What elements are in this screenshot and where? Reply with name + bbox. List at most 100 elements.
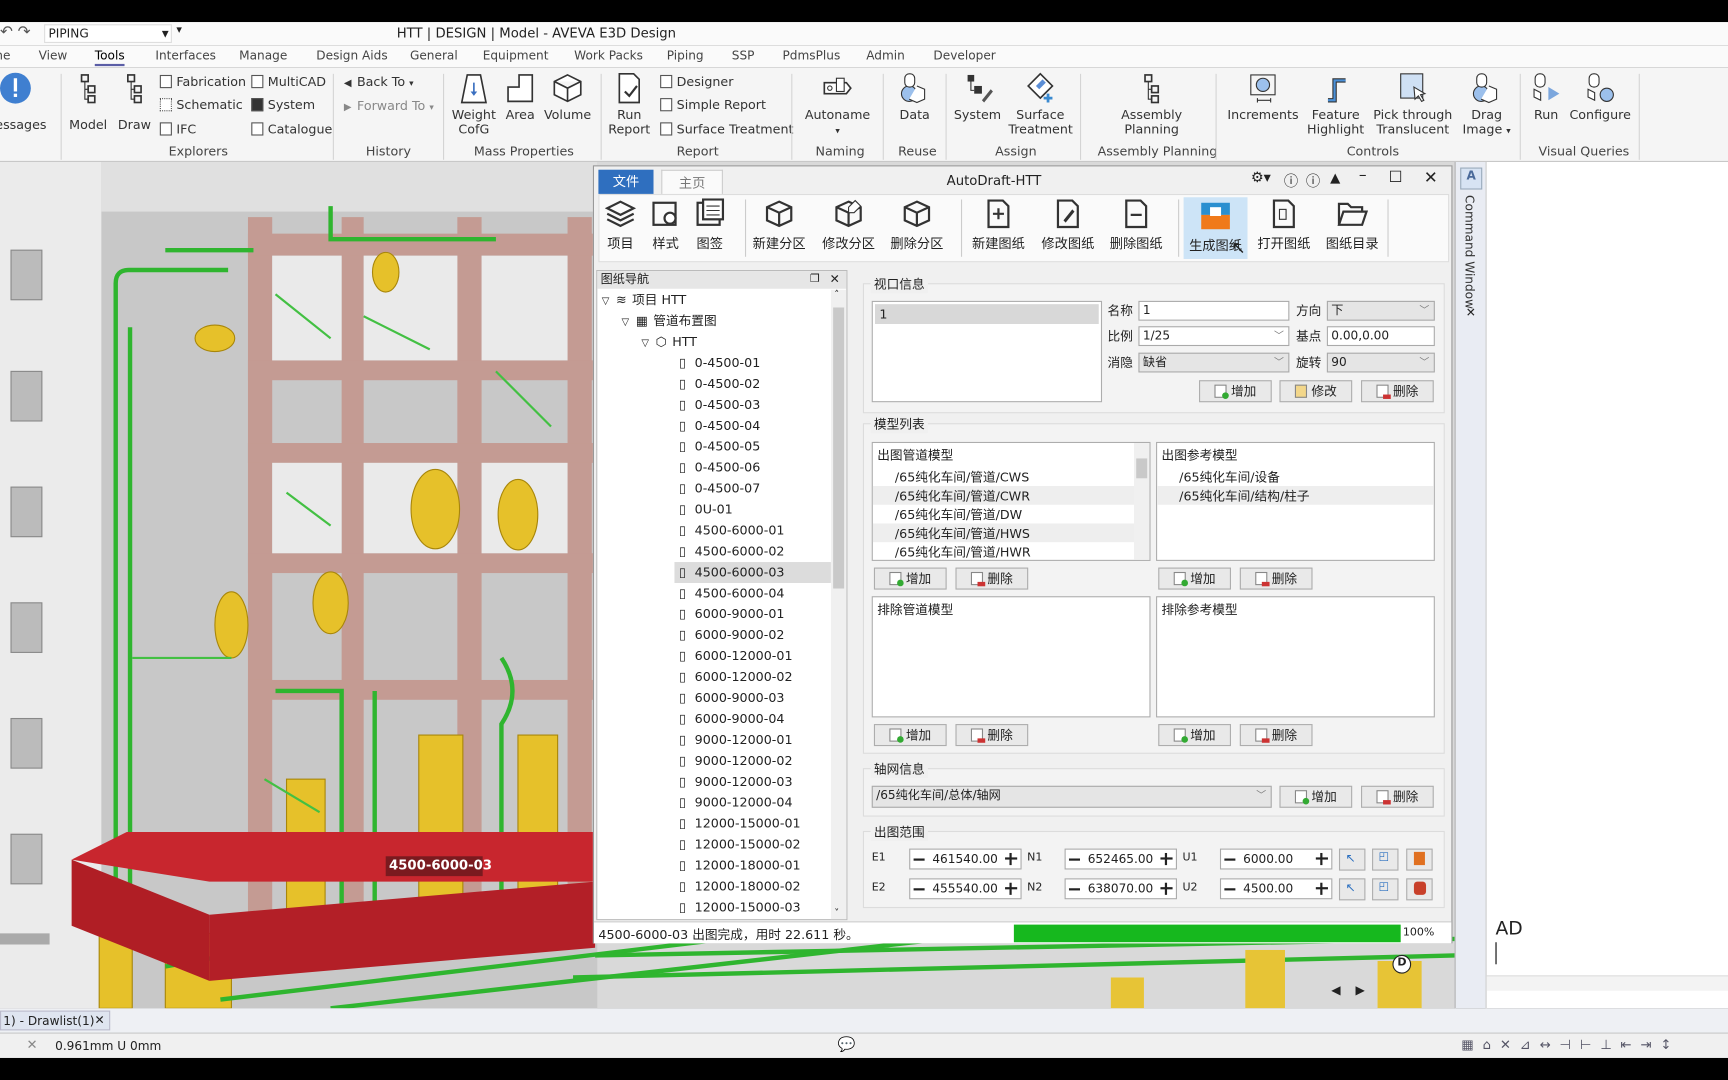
excluded-pipe-model-list[interactable]: 排除管道模型 — [871, 596, 1151, 718]
tree-node-sheet[interactable]: ▯ 6000-12000-01 — [674, 646, 830, 667]
tree-node-sheet[interactable]: ▯ 12000-18000-01 — [674, 855, 830, 876]
catalogue-button[interactable]: Catalogue — [251, 121, 332, 137]
tree-node-sheet[interactable]: ▯ 4500-6000-04 — [674, 583, 830, 604]
minus-icon[interactable] — [1068, 858, 1080, 861]
tree-node-sheet[interactable]: ▯ 12000-15000-02 — [674, 834, 830, 855]
delete-drawing-button[interactable]: 删除图纸 — [1103, 195, 1169, 252]
command-window-icon[interactable]: A — [1460, 167, 1483, 190]
arrow-right-icon[interactable]: ▶ — [1356, 983, 1365, 997]
pipe-model-add-button[interactable]: 增加 — [873, 567, 947, 590]
tab-developer[interactable]: Developer — [933, 48, 995, 62]
tree-node-sheet[interactable]: ▯ 0-4500-01 — [674, 353, 830, 374]
tree-node-sheet[interactable]: ▯ 4500-6000-03 — [674, 562, 831, 583]
tree-node-sheet[interactable]: ▯ 6000-9000-02 — [674, 625, 830, 646]
excluded-pipe-delete-button[interactable]: 删除 — [955, 724, 1029, 747]
tab-design-aids[interactable]: Design Aids — [316, 48, 387, 62]
collapse-icon[interactable]: ▽ — [622, 317, 630, 328]
close-icon[interactable]: ✕ — [1424, 168, 1438, 188]
tree-node-sheet[interactable]: ▯ 12000-15000-01 — [674, 813, 830, 834]
minus-icon[interactable] — [913, 888, 925, 891]
command-window-tab[interactable]: Command Window — [1462, 195, 1476, 309]
excluded-pipe-add-button[interactable]: 增加 — [873, 724, 947, 747]
drawing-directory-button[interactable]: 图纸目录 — [1319, 195, 1385, 252]
draw-explorer-button[interactable]: Draw — [115, 72, 155, 132]
tree-node-sheet[interactable]: ▯ 0U-01 — [674, 499, 830, 520]
new-zone-button[interactable]: 新建分区 — [746, 195, 812, 252]
viewport-list[interactable]: 1 — [871, 300, 1103, 403]
arrow-left-icon[interactable]: ◀ — [1331, 983, 1340, 997]
list-item[interactable]: /65纯化车间/管道/HWR — [873, 542, 1150, 560]
volume-button[interactable]: Volume — [543, 72, 591, 123]
pick-element-2-button[interactable]: ◰ — [1372, 878, 1399, 901]
reference-model-list[interactable]: 出图参考模型 /65纯化车间/设备 /65纯化车间/结构/柱子 — [1156, 441, 1435, 561]
visual-query-configure-button[interactable]: Configure — [1569, 72, 1631, 123]
grid-select[interactable]: /65纯化车间/总体/轴网 ﹀ — [871, 785, 1272, 808]
modify-drawing-button[interactable]: 修改图纸 — [1035, 195, 1101, 252]
plus-icon[interactable] — [1315, 852, 1328, 866]
pipe-model-delete-button[interactable]: 删除 — [955, 567, 1029, 590]
tab-view[interactable]: View — [39, 48, 68, 62]
viewport-modify-button[interactable]: 修改 — [1279, 380, 1353, 403]
collapse-icon[interactable]: ▽ — [602, 296, 610, 307]
feature-highlight-button[interactable]: Feature Highlight — [1307, 72, 1364, 137]
module-combo[interactable]: PIPING ▼ — [44, 24, 172, 43]
maximize-icon[interactable]: ☐ — [1389, 169, 1403, 187]
data-button[interactable]: Data — [893, 72, 937, 123]
pick-element-button[interactable]: ◰ — [1372, 848, 1399, 871]
scale-select[interactable]: 1/25 ﹀ — [1138, 326, 1290, 347]
list-item[interactable]: /65纯化车间/管道/DW — [873, 505, 1150, 524]
tab-general[interactable]: General — [410, 48, 458, 62]
float-panel-icon[interactable]: ❐ — [810, 271, 820, 289]
plus-icon[interactable] — [1160, 882, 1173, 895]
name-input[interactable]: 1 — [1138, 300, 1290, 321]
grid-add-button[interactable]: 增加 — [1279, 785, 1353, 808]
tab-piping[interactable]: Piping — [667, 48, 704, 62]
title-block-button[interactable]: 图签 — [677, 195, 743, 252]
list-item[interactable]: /65纯化车间/结构/柱子 — [1157, 485, 1434, 505]
n2-stepper[interactable]: 638070.00 — [1064, 878, 1177, 900]
tree-node-sheet[interactable]: ▯ 4500-6000-02 — [674, 541, 830, 562]
tree-node-category[interactable]: ▽ ▦ 管道布置图 — [622, 311, 717, 332]
tree-node-sheet[interactable]: ▯ 0-4500-07 — [674, 478, 830, 499]
minus-icon[interactable] — [1224, 888, 1236, 891]
excluded-reference-delete-button[interactable]: 删除 — [1239, 724, 1313, 747]
tree-node-sheet[interactable]: ▯ 6000-12000-02 — [674, 667, 830, 688]
assign-surface-treatment-button[interactable]: Surface Treatment — [1008, 72, 1073, 137]
schematic-button[interactable]: Schematic — [159, 97, 243, 112]
close-panel-icon[interactable]: ✕ — [830, 271, 840, 289]
collapse-icon[interactable]: ▽ — [641, 338, 649, 349]
help-icon[interactable]: ⓘ — [1284, 170, 1298, 191]
plus-icon[interactable] — [1005, 882, 1018, 895]
tree-node-project[interactable]: ▽ ≋ 项目 HTT — [602, 290, 687, 311]
tree-node-sheet[interactable]: ▯ 0-4500-03 — [674, 395, 830, 416]
model-explorer-button[interactable]: Model — [66, 72, 110, 132]
tree-node-sheet[interactable]: ▯ 9000-12000-01 — [674, 730, 830, 751]
collapse-ribbon-icon[interactable]: ▲ — [1330, 170, 1340, 185]
minus-icon[interactable] — [1068, 888, 1080, 891]
plus-icon[interactable] — [1315, 882, 1328, 895]
pipe-list-scrollbar[interactable] — [1133, 443, 1150, 560]
tab-equipment[interactable]: Equipment — [483, 48, 549, 62]
list-item[interactable]: /65纯化车间/管道/CWR — [872, 485, 1150, 505]
increments-button[interactable]: Increments — [1227, 72, 1300, 123]
new-drawing-button[interactable]: 新建图纸 — [965, 195, 1031, 252]
excluded-reference-add-button[interactable]: 增加 — [1158, 724, 1231, 747]
tab-manage[interactable]: Manage — [239, 48, 287, 62]
minimize-icon[interactable]: – — [1359, 166, 1367, 184]
direction-select[interactable]: 下 ﹀ — [1326, 300, 1435, 321]
list-item[interactable]: /65纯化车间/设备 — [1157, 467, 1434, 486]
tree-node-sheet[interactable]: ▯ 9000-12000-03 — [674, 771, 830, 792]
document-tab[interactable]: 1) - Drawlist(1) ✕ — [0, 1010, 111, 1031]
surface-treatment-report-button[interactable]: Surface Treatment — [660, 121, 793, 137]
highlight-range-button[interactable] — [1406, 848, 1433, 871]
tree-node-sheet[interactable]: ▯ 0-4500-04 — [674, 415, 830, 436]
designer-button[interactable]: Designer — [660, 74, 733, 89]
undo-icon[interactable]: ↶ — [0, 23, 13, 41]
tree-node-sheet[interactable]: ▯ 6000-9000-04 — [674, 709, 830, 730]
tree-node-sheet[interactable]: ▯ 9000-12000-02 — [674, 750, 830, 771]
scrollbar-thumb[interactable] — [1136, 458, 1148, 479]
u2-stepper[interactable]: 4500.00 — [1219, 878, 1333, 900]
area-button[interactable]: Area — [501, 72, 538, 123]
grid-delete-button[interactable]: 删除 — [1361, 785, 1434, 808]
delete-zone-button[interactable]: 删除分区 — [884, 195, 950, 252]
